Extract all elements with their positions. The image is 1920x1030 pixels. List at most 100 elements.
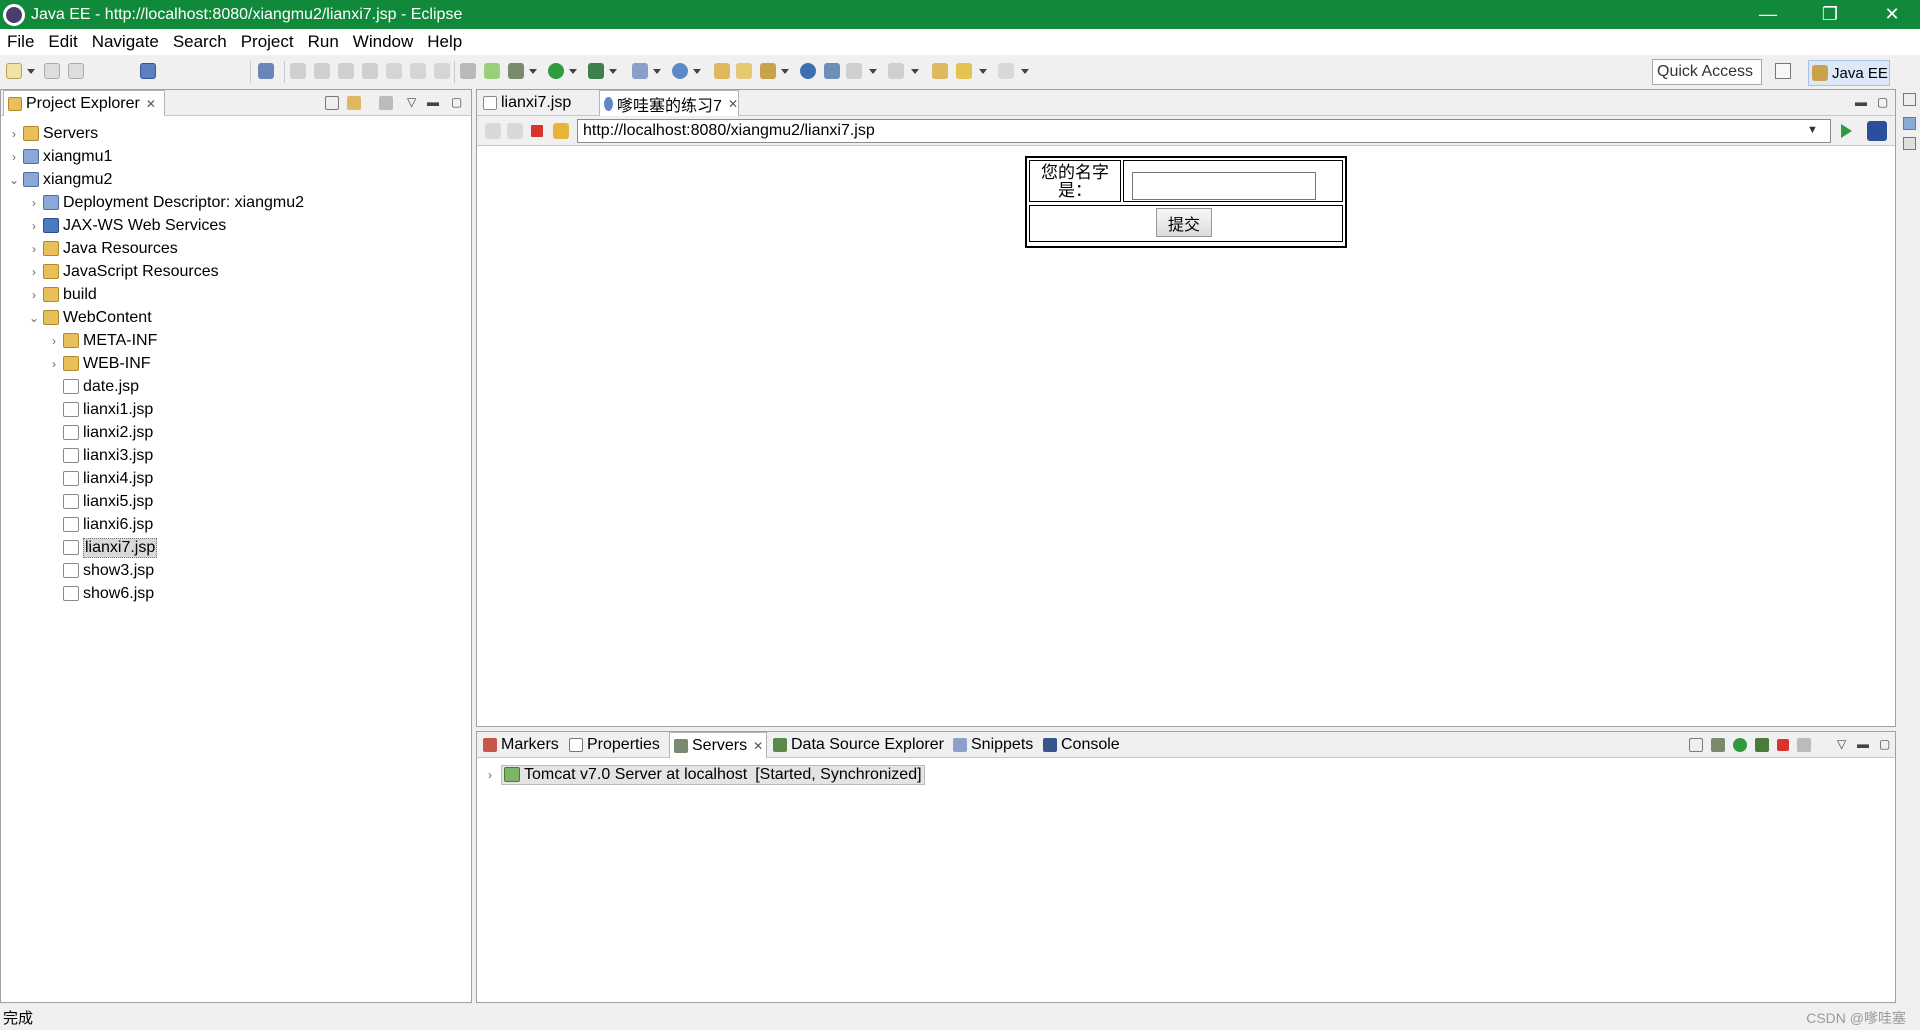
url-history-dropdown-icon[interactable]: ▼ <box>1807 124 1818 136</box>
web-browser-icon[interactable] <box>800 63 816 79</box>
pointer-icon[interactable] <box>258 63 274 79</box>
tree-item[interactable]: show6.jsp <box>47 582 154 605</box>
debug-dropdown-icon[interactable] <box>529 69 537 74</box>
task-list-icon[interactable] <box>1903 137 1916 150</box>
forward-icon[interactable] <box>998 63 1014 79</box>
tab-properties[interactable]: Properties <box>565 732 667 758</box>
run-dropdown-icon[interactable] <box>569 69 577 74</box>
external-tools-dropdown-icon[interactable] <box>653 69 661 74</box>
minimize-button[interactable]: — <box>1740 0 1796 29</box>
tree-item[interactable]: lianxi6.jsp <box>47 513 153 536</box>
tree-item[interactable]: › Deployment Descriptor: xiangmu2 <box>27 191 304 214</box>
tree-item[interactable]: lianxi3.jsp <box>47 444 153 467</box>
outline-icon[interactable] <box>1903 117 1916 130</box>
view-menu-icon[interactable]: ▽ <box>407 95 416 109</box>
step-return-icon[interactable] <box>434 63 450 79</box>
collapse-arrow-icon[interactable]: ⌄ <box>7 173 21 187</box>
menu-project[interactable]: Project <box>234 32 301 52</box>
debug-icon[interactable] <box>508 63 524 79</box>
tree-item[interactable]: › xiangmu1 <box>7 145 112 168</box>
name-input[interactable] <box>1132 172 1316 200</box>
expand-arrow-icon[interactable]: › <box>47 334 61 348</box>
back-icon[interactable] <box>956 63 972 79</box>
maximize-editor-icon[interactable]: ▢ <box>1877 95 1888 109</box>
disconnect-icon[interactable] <box>362 63 378 79</box>
open-type-icon[interactable] <box>714 63 730 79</box>
debug-server-icon[interactable] <box>1711 738 1725 752</box>
tab-console[interactable]: Console <box>1039 732 1123 758</box>
save-icon[interactable] <box>44 63 60 79</box>
tree-item[interactable]: ⌄ WebContent <box>27 306 152 329</box>
tree-item[interactable]: › JAX-WS Web Services <box>27 214 226 237</box>
last-edit-icon[interactable] <box>932 63 948 79</box>
tree-item[interactable]: date.jsp <box>47 375 139 398</box>
start-server-icon[interactable] <box>1733 738 1747 752</box>
next-annotation-dropdown-icon[interactable] <box>869 69 877 74</box>
annotation-icon[interactable] <box>824 63 840 79</box>
view-menu-icon[interactable]: ▽ <box>1837 737 1846 751</box>
stop-server-icon[interactable] <box>1777 739 1789 751</box>
suspend-icon[interactable] <box>314 63 330 79</box>
browser-stop-icon[interactable] <box>531 125 543 137</box>
tree-item[interactable]: lianxi4.jsp <box>47 467 153 490</box>
collapse-all-icon[interactable] <box>325 96 339 110</box>
go-icon[interactable] <box>1841 124 1852 138</box>
tab-lianxi7-jsp[interactable]: lianxi7.jsp <box>479 90 597 116</box>
prev-annotation-dropdown-icon[interactable] <box>911 69 919 74</box>
close-window-button[interactable]: ✕ <box>1864 0 1920 29</box>
tree-item[interactable]: lianxi7.jsp <box>47 536 158 559</box>
publish-server-icon[interactable] <box>1797 738 1811 752</box>
external-tools-icon[interactable] <box>632 63 648 79</box>
new-icon[interactable] <box>6 63 22 79</box>
menu-search[interactable]: Search <box>166 32 234 52</box>
step-over-icon[interactable] <box>410 63 426 79</box>
restore-icon[interactable] <box>1903 93 1916 106</box>
tab-project-explorer[interactable]: Project Explorer ✕ <box>3 90 165 116</box>
menu-file[interactable]: File <box>0 32 41 52</box>
server-row[interactable]: › Tomcat v7.0 Server at localhost [Start… <box>483 763 925 786</box>
browser-back-icon[interactable] <box>485 123 501 139</box>
expand-arrow-icon[interactable]: › <box>27 265 41 279</box>
submit-button[interactable]: 提交 <box>1156 208 1212 237</box>
expand-arrow-icon[interactable]: › <box>27 288 41 302</box>
tree-item[interactable]: › Servers <box>7 122 98 145</box>
tree-item[interactable]: lianxi1.jsp <box>47 398 153 421</box>
close-tab-icon[interactable]: ✕ <box>753 739 763 753</box>
minimize-view-icon[interactable]: ▬ <box>427 95 439 109</box>
save-all-icon[interactable] <box>68 63 84 79</box>
minimize-editor-icon[interactable]: ▬ <box>1855 95 1867 109</box>
server-entry[interactable]: Tomcat v7.0 Server at localhost [Started… <box>501 764 925 785</box>
expand-icon[interactable]: › <box>483 768 497 782</box>
expand-arrow-icon[interactable]: › <box>7 127 21 141</box>
coverage-dropdown-icon[interactable] <box>609 69 617 74</box>
link-with-editor-icon[interactable] <box>347 96 361 110</box>
expand-arrow-icon[interactable]: › <box>27 242 41 256</box>
open-perspective-icon[interactable] <box>1775 63 1791 79</box>
forward-dropdown-icon[interactable] <box>1021 69 1029 74</box>
tree-item[interactable]: › Java Resources <box>27 237 178 260</box>
maximize-view-icon[interactable]: ▢ <box>1879 737 1890 751</box>
maximize-view-icon[interactable]: ▢ <box>451 95 462 109</box>
back-dropdown-icon[interactable] <box>979 69 987 74</box>
tree-item[interactable]: lianxi2.jsp <box>47 421 153 444</box>
profile-server-icon[interactable] <box>1755 738 1769 752</box>
tab-snippets[interactable]: Snippets <box>949 732 1037 758</box>
terminal-icon[interactable] <box>140 63 156 79</box>
menu-edit[interactable]: Edit <box>41 32 84 52</box>
filter-icon[interactable] <box>379 96 393 110</box>
collapse-arrow-icon[interactable]: ⌄ <box>27 311 41 325</box>
expand-arrow-icon[interactable]: › <box>27 219 41 233</box>
tab-servers[interactable]: Servers ✕ <box>669 732 767 758</box>
tab-markers[interactable]: Markers <box>479 732 563 758</box>
step-into-icon[interactable] <box>386 63 402 79</box>
expand-arrow-icon[interactable]: › <box>7 150 21 164</box>
minimize-view-icon[interactable]: ▬ <box>1857 737 1869 751</box>
tab-browser[interactable]: 嗲哇塞的练习7 ✕ <box>599 90 739 116</box>
tab-data-source-explorer[interactable]: Data Source Explorer <box>769 732 947 758</box>
prev-annotation-icon[interactable] <box>888 63 904 79</box>
menu-help[interactable]: Help <box>420 32 469 52</box>
new-server-dropdown-icon[interactable] <box>693 69 701 74</box>
tree-item[interactable]: › JavaScript Resources <box>27 260 219 283</box>
tree-item[interactable]: ⌄ xiangmu2 <box>7 168 112 191</box>
new-dropdown-icon[interactable] <box>27 69 35 74</box>
